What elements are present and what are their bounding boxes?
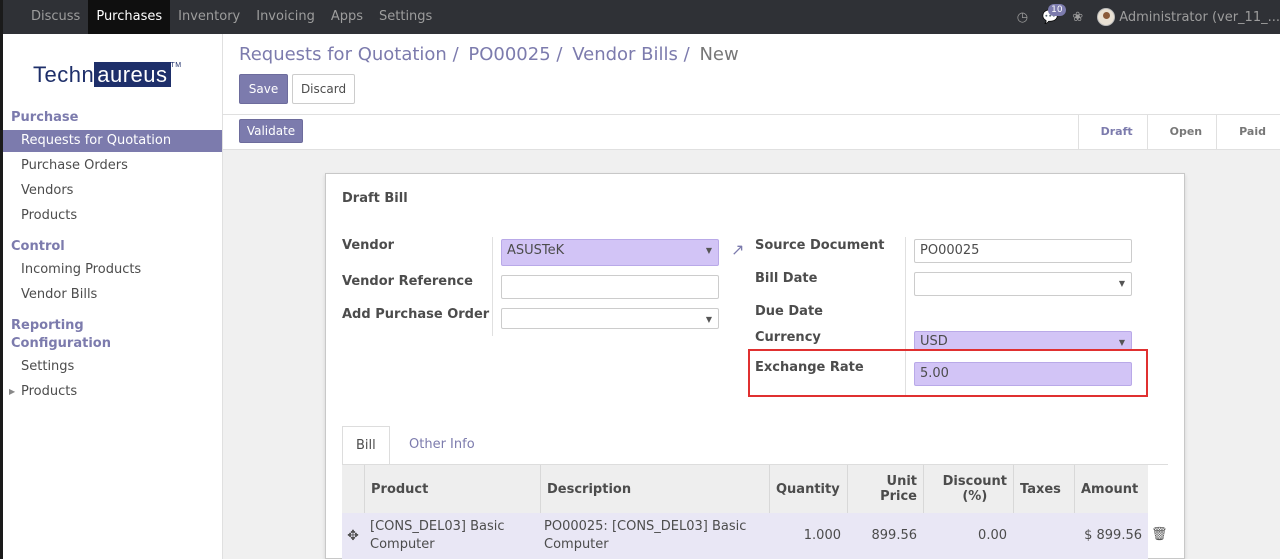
sidebar-section-configuration[interactable]: Configuration bbox=[11, 336, 111, 351]
systray: ◷ 💬 10 ❀ Administrator (ver_11_... bbox=[1017, 0, 1280, 34]
source-document-label: Source Document bbox=[755, 238, 885, 253]
vendor-label: Vendor bbox=[342, 238, 395, 253]
menu-purchases[interactable]: Purchases bbox=[88, 0, 171, 34]
breadcrumb: Requests for Quotation / PO00025 / Vendo… bbox=[239, 44, 739, 65]
menu-apps[interactable]: Apps bbox=[323, 0, 371, 34]
column-discount[interactable]: Discount (%) bbox=[923, 465, 1013, 513]
form-statusbar: Draft Open Paid bbox=[223, 114, 1280, 150]
exchange-rate-input[interactable]: 5.00 bbox=[914, 362, 1132, 386]
sidebar-item-purchase-orders[interactable]: Purchase Orders bbox=[3, 155, 222, 177]
handle-column-header bbox=[342, 465, 364, 513]
cell-amount[interactable]: $ 899.56 bbox=[1074, 513, 1148, 559]
cell-discount[interactable]: 0.00 bbox=[923, 513, 1013, 559]
tab-other-info[interactable]: Other Info bbox=[396, 426, 488, 466]
messages-icon[interactable]: 💬 10 bbox=[1042, 3, 1066, 25]
app-menu: Discuss Purchases Inventory Invoicing Ap… bbox=[23, 0, 440, 34]
breadcrumb-po[interactable]: PO00025 bbox=[468, 44, 550, 65]
breadcrumb-rfq[interactable]: Requests for Quotation bbox=[239, 44, 447, 65]
currency-label: Currency bbox=[755, 330, 821, 345]
menu-settings[interactable]: Settings bbox=[371, 0, 440, 34]
stage-open: Open bbox=[1146, 115, 1217, 149]
sidebar-item-vendors[interactable]: Vendors bbox=[3, 180, 222, 202]
add-purchase-order-select[interactable]: ▼ bbox=[501, 308, 719, 329]
sidebar-item-vendor-bills[interactable]: Vendor Bills bbox=[3, 284, 222, 306]
trash-icon[interactable]: 🗑 bbox=[1151, 527, 1168, 542]
messages-badge: 10 bbox=[1048, 3, 1066, 16]
table-row[interactable]: ✥ [CONS_DEL03] Basic Computer PO00025: [C… bbox=[342, 513, 1148, 559]
form-title: Draft Bill bbox=[342, 191, 408, 206]
sidebar-item-config-settings[interactable]: Settings bbox=[3, 356, 222, 378]
menu-discuss[interactable]: Discuss bbox=[23, 0, 88, 34]
debug-bug-icon[interactable]: ❀ bbox=[1072, 10, 1083, 25]
top-navbar: Discuss Purchases Inventory Invoicing Ap… bbox=[0, 0, 1280, 34]
chevron-down-icon: ▼ bbox=[705, 246, 712, 255]
due-date-label: Due Date bbox=[755, 304, 823, 319]
sidebar-section-purchase[interactable]: Purchase bbox=[11, 110, 78, 125]
discard-button[interactable]: Discard bbox=[292, 74, 355, 104]
chevron-down-icon: ▼ bbox=[1118, 279, 1125, 288]
drag-handle-icon[interactable]: ✥ bbox=[342, 513, 364, 559]
left-group-divider bbox=[492, 237, 493, 336]
breadcrumb-vendor-bills[interactable]: Vendor Bills bbox=[572, 44, 678, 65]
column-taxes[interactable]: Taxes bbox=[1013, 465, 1074, 513]
column-description[interactable]: Description bbox=[540, 465, 769, 513]
sidebar: Techn aureus TM Purchase Requests for Quot… bbox=[0, 34, 223, 559]
sidebar-item-products[interactable]: Products bbox=[3, 205, 222, 227]
invoice-lines-header: Product Description Quantity Unit Price D… bbox=[342, 465, 1148, 513]
chevron-down-icon: ▼ bbox=[705, 315, 712, 324]
column-quantity[interactable]: Quantity bbox=[769, 465, 847, 513]
menu-inventory[interactable]: Inventory bbox=[170, 0, 248, 34]
exchange-rate-label: Exchange Rate bbox=[755, 360, 864, 375]
source-document-input[interactable]: PO00025 bbox=[914, 239, 1132, 263]
bill-date-input[interactable]: ▼ bbox=[914, 272, 1132, 296]
tab-bill[interactable]: Bill bbox=[342, 426, 390, 466]
user-menu[interactable]: Administrator (ver_11_... bbox=[1119, 10, 1280, 25]
sidebar-item-requests-for-quotation[interactable]: Requests for Quotation bbox=[3, 130, 222, 152]
activity-clock-icon[interactable]: ◷ bbox=[1017, 10, 1028, 25]
column-unit-price[interactable]: Unit Price bbox=[847, 465, 923, 513]
validate-button[interactable]: Validate bbox=[239, 119, 303, 143]
vendor-reference-input[interactable] bbox=[501, 275, 719, 299]
column-product[interactable]: Product bbox=[364, 465, 540, 513]
breadcrumb-current: New bbox=[699, 44, 739, 65]
vendor-reference-label: Vendor Reference bbox=[342, 274, 473, 289]
stage-paid: Paid bbox=[1216, 115, 1280, 149]
currency-select[interactable]: USD ▼ bbox=[914, 331, 1132, 350]
cell-taxes[interactable] bbox=[1013, 513, 1074, 559]
stage-draft: Draft bbox=[1077, 115, 1147, 149]
sidebar-section-control[interactable]: Control bbox=[11, 239, 65, 254]
save-button[interactable]: Save bbox=[239, 74, 288, 104]
sidebar-item-incoming-products[interactable]: Incoming Products bbox=[3, 259, 222, 281]
user-avatar[interactable] bbox=[1097, 8, 1116, 26]
menu-invoicing[interactable]: Invoicing bbox=[248, 0, 323, 34]
status-stages: Draft Open Paid bbox=[1077, 115, 1280, 149]
caret-right-icon: ▶ bbox=[9, 387, 16, 396]
cell-product[interactable]: [CONS_DEL03] Basic Computer bbox=[364, 513, 540, 559]
cell-quantity[interactable]: 1.000 bbox=[769, 513, 847, 559]
add-purchase-order-label: Add Purchase Order bbox=[342, 307, 490, 322]
sidebar-item-config-products[interactable]: ▶ Products bbox=[3, 381, 222, 403]
cell-description[interactable]: PO00025: [CONS_DEL03] Basic Computer bbox=[538, 513, 769, 559]
external-link-icon[interactable]: ↗ bbox=[731, 240, 744, 259]
sidebar-section-reporting[interactable]: Reporting bbox=[11, 318, 84, 333]
bill-date-label: Bill Date bbox=[755, 271, 818, 286]
company-logo: Techn aureus TM bbox=[33, 62, 182, 87]
cell-unit-price[interactable]: 899.56 bbox=[847, 513, 923, 559]
vendor-select[interactable]: ASUSTeK ▼ bbox=[501, 239, 719, 266]
column-amount[interactable]: Amount bbox=[1074, 465, 1148, 513]
